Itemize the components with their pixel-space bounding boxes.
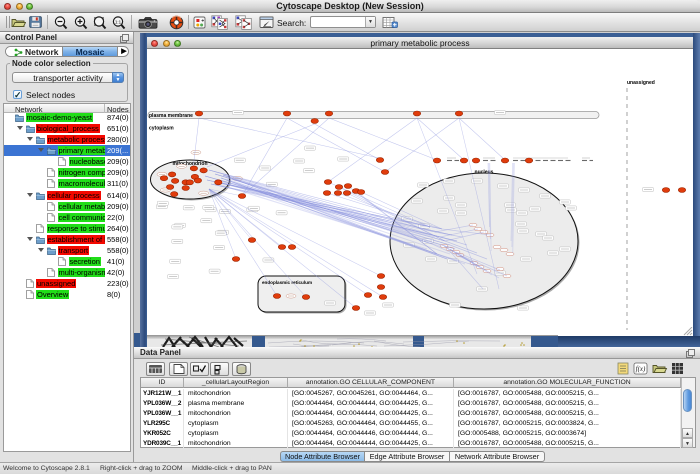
svg-text:f(x): f(x) (636, 365, 646, 373)
svg-text:1:1: 1:1 (115, 19, 122, 24)
svg-text:unassigned: unassigned (627, 80, 655, 86)
svg-text:plasma membrane: plasma membrane (149, 113, 193, 119)
svg-text:nucleus: nucleus (475, 170, 494, 176)
svg-text:cytoplasm: cytoplasm (149, 126, 174, 132)
